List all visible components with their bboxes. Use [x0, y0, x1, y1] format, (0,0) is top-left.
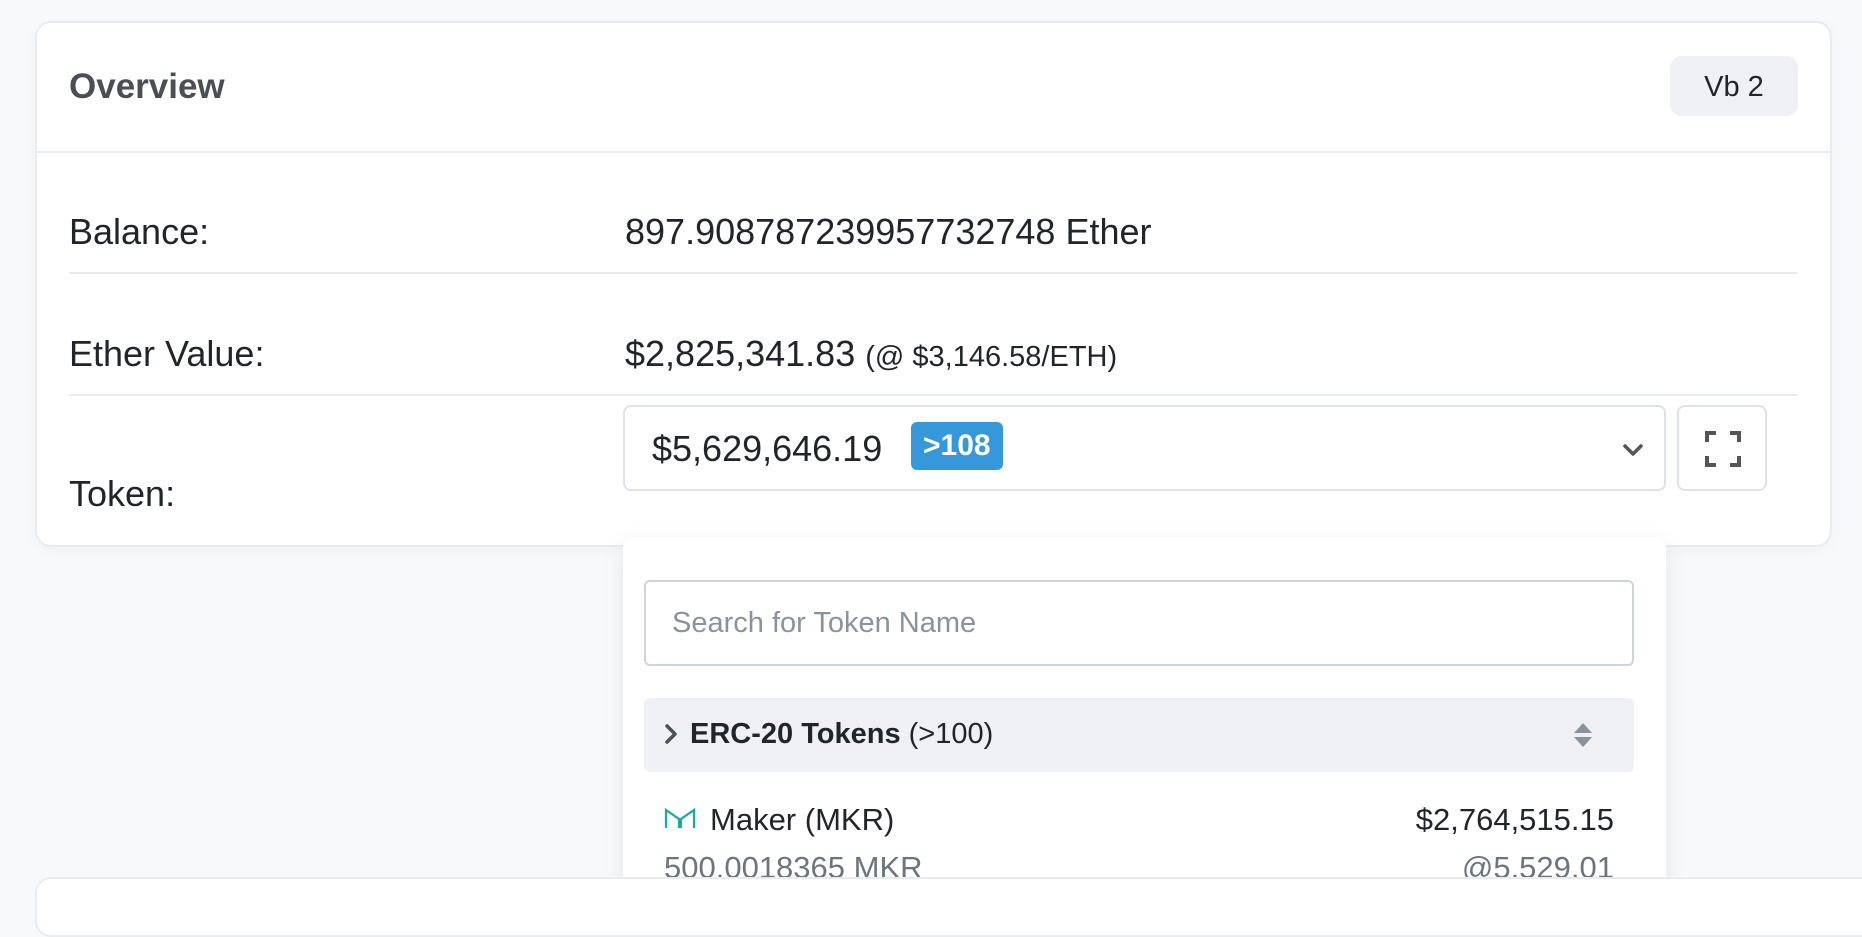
balance-label: Balance:	[69, 211, 210, 252]
expand-token-view-button[interactable]	[1677, 405, 1767, 491]
card-title: Overview	[69, 67, 225, 106]
ether-price: (@ $3,146.58/ETH)	[865, 341, 1118, 373]
erc20-group-header[interactable]: ERC-20 Tokens (>100)	[644, 698, 1634, 772]
balance-value: 897.908787239957732748 Ether	[625, 211, 1152, 252]
group-name: ERC-20 Tokens	[690, 718, 901, 750]
token-usd-value: $2,764,515.15	[1415, 802, 1614, 837]
row-divider	[69, 272, 1798, 274]
version-badge-button[interactable]: Vb 2	[1670, 56, 1798, 116]
erc20-group-title: ERC-20 Tokens (>100)	[690, 718, 993, 751]
token-dropdown-menu: ERC-20 Tokens (>100) Maker (MKR) $2,764,…	[623, 537, 1666, 917]
token-label: Token:	[69, 473, 176, 514]
chevron-right-icon	[665, 724, 677, 744]
ether-value-label: Ether Value:	[69, 333, 265, 374]
token-holdings-dropdown[interactable]: $5,629,646.19 >108	[623, 405, 1666, 491]
chevron-down-icon	[1623, 444, 1643, 456]
ether-value-amount: $2,825,341.83	[625, 333, 856, 374]
ether-value: $2,825,341.83 (@ $3,146.58/ETH)	[625, 333, 1117, 375]
token-count-badge: >108	[911, 422, 1003, 470]
next-card	[35, 877, 1862, 937]
group-count: (>100)	[908, 718, 994, 750]
card-header: Overview Vb 2	[37, 23, 1830, 153]
row-divider	[69, 394, 1798, 396]
maker-logo-icon	[664, 807, 696, 828]
expand-icon	[1705, 431, 1741, 467]
token-total-value: $5,629,646.19	[652, 428, 883, 469]
sort-icon[interactable]	[1572, 721, 1594, 749]
token-name: Maker (MKR)	[710, 802, 895, 837]
token-search-input[interactable]	[644, 580, 1634, 666]
